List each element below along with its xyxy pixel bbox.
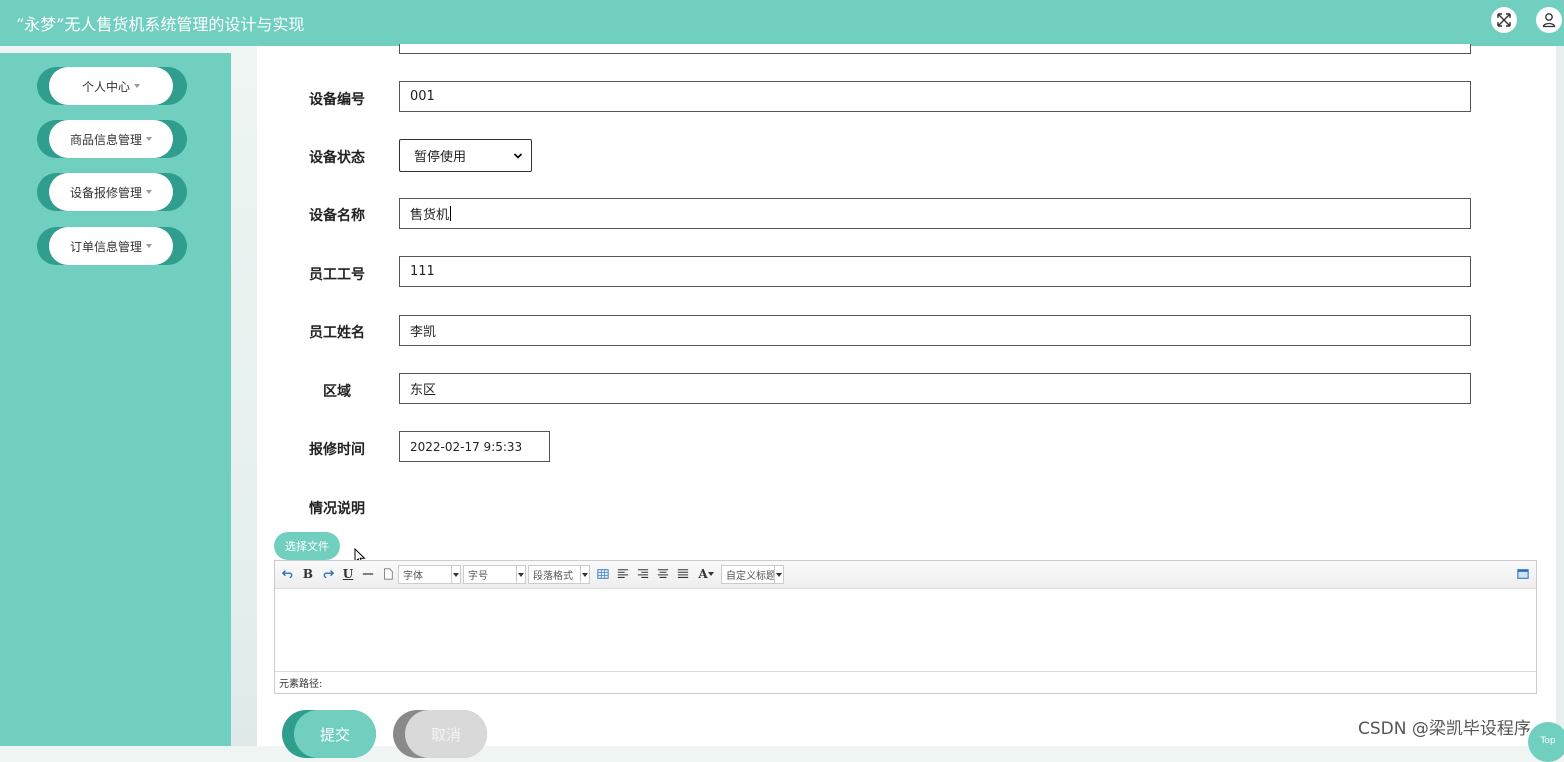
- device-name-input[interactable]: 售货机: [399, 198, 1471, 229]
- device-status-label: 设备状态: [309, 150, 365, 166]
- font-size-select[interactable]: 字号: [463, 565, 526, 584]
- submit-button[interactable]: 提交: [282, 710, 376, 758]
- fullscreen-editor-icon[interactable]: [1515, 566, 1531, 582]
- align-center-icon[interactable]: [655, 566, 671, 582]
- description-label: 情况说明: [309, 501, 365, 517]
- font-family-label: 字体: [403, 571, 423, 582]
- submit-button-label: 提交: [319, 725, 350, 744]
- app-title: “永梦”无人售货机系统管理的设计与实现: [16, 15, 305, 34]
- chevron-down-icon: [146, 190, 152, 194]
- chevron-down-icon: [513, 152, 523, 159]
- font-size-label: 字号: [468, 571, 488, 582]
- editor-element-path: 元素路径:: [275, 671, 1536, 692]
- sidebar-item-order-management[interactable]: 订单信息管理: [37, 227, 187, 265]
- device-no-label: 设备编号: [309, 92, 365, 108]
- custom-title-label: 自定义标题: [726, 571, 774, 582]
- sidebar-item-label: 商品信息管理: [69, 132, 142, 147]
- font-family-select[interactable]: 字体: [398, 565, 461, 584]
- align-right-icon[interactable]: [635, 566, 651, 582]
- form-panel: 设备编号 001 设备状态 暂停使用 设备名称 售货机 员工工号 111 员工姓…: [257, 44, 1556, 758]
- scrollbar[interactable]: [1556, 46, 1564, 746]
- text-cursor: [450, 206, 452, 221]
- sidebar-item-personal-center[interactable]: 个人中心: [37, 67, 187, 105]
- sidebar: 个人中心 商品信息管理 设备报修管理 订单信息管理: [0, 53, 231, 746]
- editor-content-area[interactable]: [275, 589, 1536, 671]
- device-name-value: 售货机: [410, 208, 450, 223]
- chevron-down-icon: [776, 572, 782, 577]
- employee-name-label: 员工姓名: [309, 325, 365, 341]
- employee-no-label: 员工工号: [309, 267, 365, 283]
- fullscreen-icon[interactable]: [1491, 7, 1517, 33]
- cancel-button-label: 取消: [430, 725, 461, 744]
- device-no-input[interactable]: 001: [399, 81, 1471, 112]
- repair-time-label: 报修时间: [309, 442, 365, 458]
- csdn-watermark: CSDN @梁凯毕设程序: [1358, 719, 1531, 739]
- custom-title-select[interactable]: 自定义标题: [721, 565, 784, 584]
- back-to-top-button[interactable]: Top: [1528, 722, 1564, 762]
- sidebar-item-label: 个人中心: [81, 79, 130, 94]
- sidebar-item-label: 设备报修管理: [69, 185, 142, 200]
- user-icon[interactable]: [1536, 7, 1562, 33]
- redo-icon[interactable]: [320, 566, 336, 582]
- sidebar-item-label: 订单信息管理: [69, 239, 142, 254]
- chevron-down-icon: [146, 244, 152, 248]
- top-header: “永梦”无人售货机系统管理的设计与实现: [0, 0, 1564, 46]
- employee-name-input[interactable]: 李凯: [399, 315, 1471, 346]
- region-label: 区域: [323, 384, 351, 400]
- repair-time-input[interactable]: 2022-02-17 9:5:33: [399, 431, 550, 462]
- device-name-label: 设备名称: [309, 208, 365, 224]
- chevron-down-icon: [453, 572, 459, 577]
- align-justify-icon[interactable]: [675, 566, 691, 582]
- partial-input-field[interactable]: [399, 44, 1471, 54]
- sidebar-item-repair-management[interactable]: 设备报修管理: [37, 173, 187, 211]
- editor-toolbar: B U 字体 字号 段落格式 A 自定义标题: [275, 561, 1536, 589]
- chevron-down-icon: [134, 84, 140, 88]
- undo-icon[interactable]: [280, 566, 296, 582]
- chevron-down-icon: [582, 572, 588, 577]
- paragraph-format-select[interactable]: 段落格式: [528, 565, 590, 584]
- align-left-icon[interactable]: [615, 566, 631, 582]
- choose-file-button[interactable]: 选择文件: [274, 532, 340, 560]
- chevron-down-icon: [146, 137, 152, 141]
- underline-icon[interactable]: U: [340, 566, 356, 582]
- new-document-icon[interactable]: [380, 566, 396, 582]
- paragraph-format-label: 段落格式: [533, 571, 573, 582]
- rich-text-editor: B U 字体 字号 段落格式 A 自定义标题 元素路径:: [274, 560, 1537, 694]
- sidebar-item-product-management[interactable]: 商品信息管理: [37, 120, 187, 158]
- employee-no-input[interactable]: 111: [399, 256, 1471, 287]
- chevron-down-icon: [518, 572, 524, 577]
- chevron-down-icon[interactable]: [707, 566, 715, 582]
- cancel-button[interactable]: 取消: [393, 710, 487, 758]
- bold-icon[interactable]: B: [300, 566, 316, 582]
- device-status-select[interactable]: 暂停使用: [399, 139, 532, 172]
- background-strip: [231, 46, 257, 746]
- device-status-value: 暂停使用: [414, 150, 467, 165]
- horizontal-rule-icon[interactable]: [360, 566, 376, 582]
- region-input[interactable]: 东区: [399, 373, 1471, 404]
- table-icon[interactable]: [595, 566, 611, 582]
